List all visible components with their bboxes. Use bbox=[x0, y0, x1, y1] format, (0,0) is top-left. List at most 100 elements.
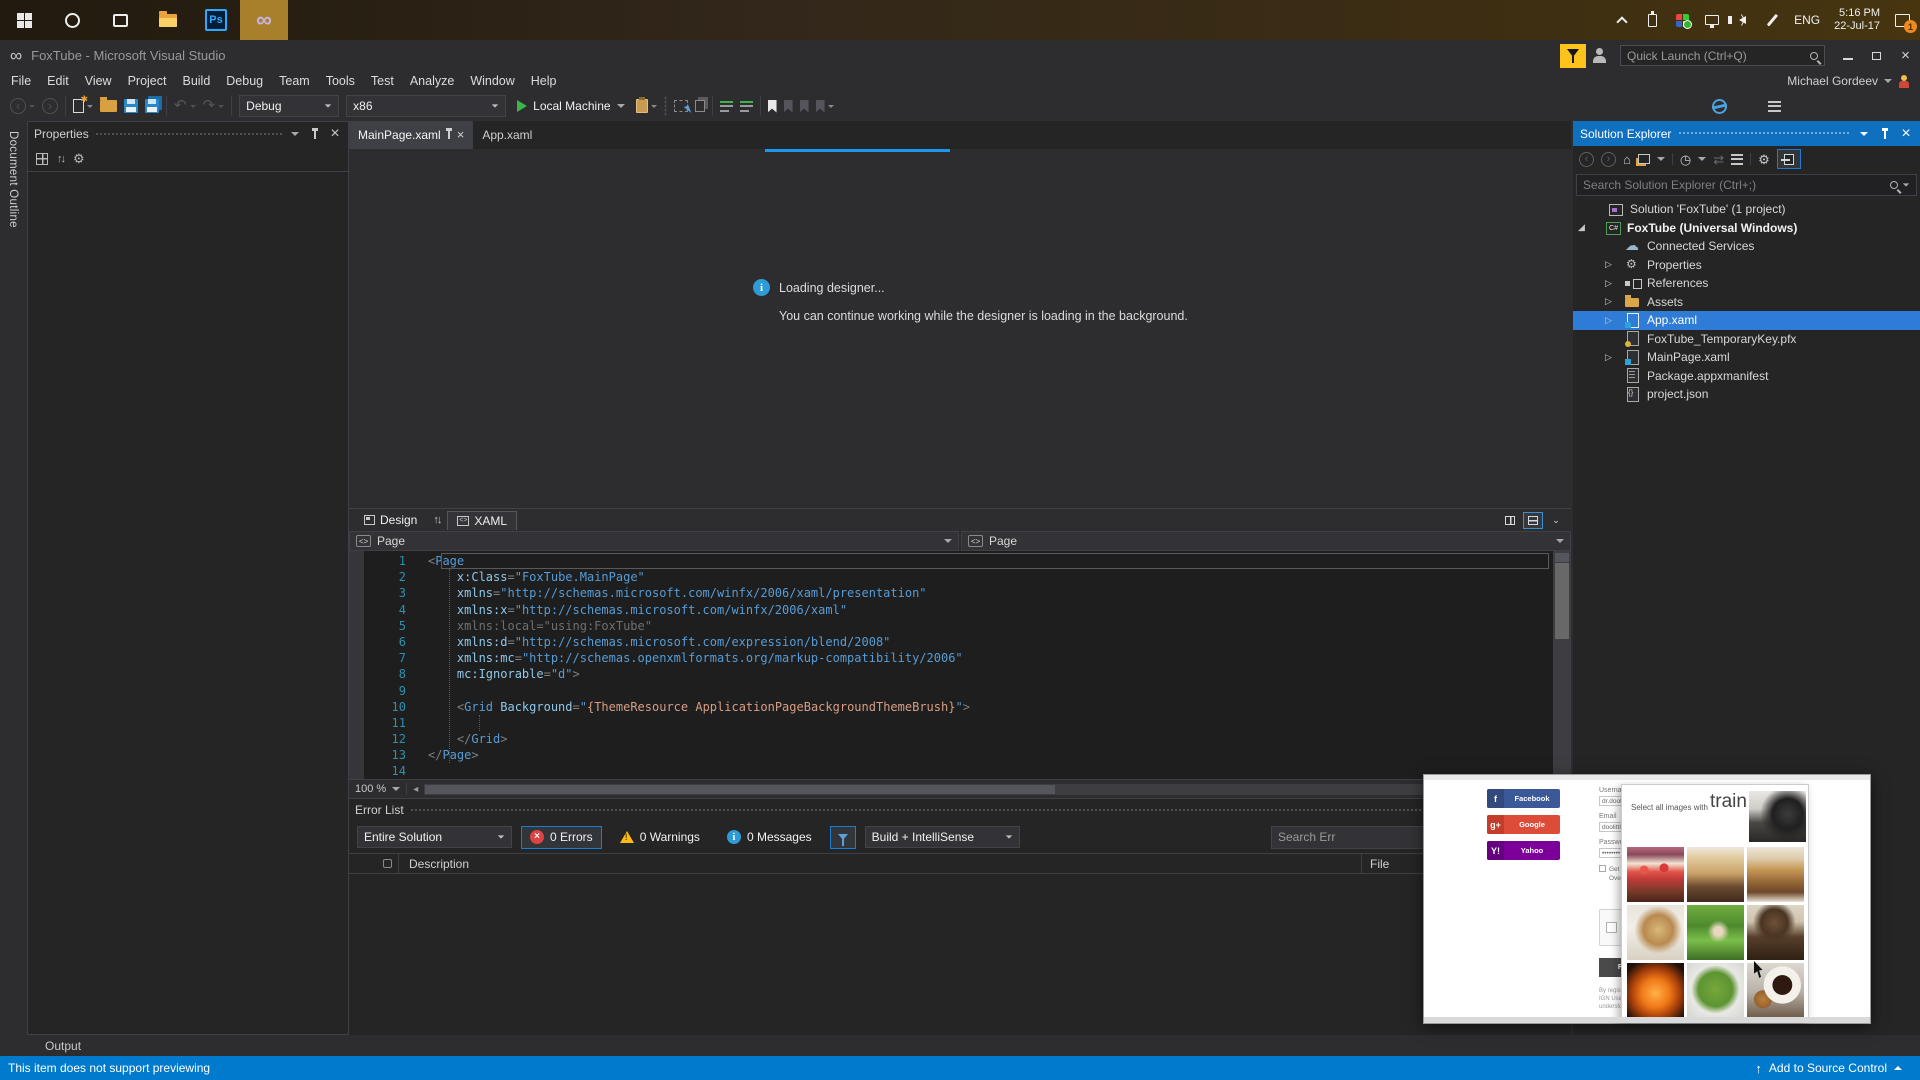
menu-item-file[interactable]: File bbox=[3, 71, 39, 91]
filter-button[interactable] bbox=[829, 825, 856, 849]
menu-item-build[interactable]: Build bbox=[174, 71, 218, 91]
chevron-down-icon[interactable] bbox=[1656, 157, 1665, 161]
chevron-down-icon[interactable] bbox=[392, 787, 401, 791]
code-line[interactable]: 9 bbox=[349, 683, 1553, 699]
pin-button[interactable] bbox=[308, 127, 322, 141]
collapsed-arrow-icon[interactable]: ▷ bbox=[1605, 296, 1625, 307]
pin-icon[interactable] bbox=[445, 128, 452, 139]
code-line[interactable]: 12 </Grid> bbox=[349, 731, 1553, 747]
description-column-header[interactable]: Description bbox=[399, 857, 1361, 871]
captcha-image-salad-wrap[interactable] bbox=[1687, 905, 1744, 960]
volume-tray-button[interactable] bbox=[1727, 12, 1750, 28]
send-feedback-icon[interactable] bbox=[1592, 47, 1610, 64]
tab-xaml[interactable]: <> XAML bbox=[447, 510, 518, 530]
solution-explorer-header[interactable]: Solution Explorer × bbox=[1573, 121, 1920, 146]
tree-item-references[interactable]: ▷ References bbox=[1573, 274, 1920, 293]
social-button-google[interactable]: g+ Google bbox=[1487, 815, 1560, 834]
horizontal-scrollbar[interactable] bbox=[424, 783, 1569, 795]
swap-panes-icon[interactable]: ↑↓ bbox=[433, 514, 442, 526]
language-indicator[interactable]: ENG bbox=[1794, 13, 1820, 27]
network-tray-button[interactable] bbox=[1704, 12, 1720, 28]
horizontal-split-button[interactable] bbox=[1523, 511, 1543, 529]
error-scope-dropdown[interactable]: Entire Solution bbox=[357, 826, 512, 848]
menu-item-project[interactable]: Project bbox=[120, 71, 175, 91]
preview-selected-items-toggle[interactable] bbox=[1776, 149, 1801, 169]
code-line[interactable]: 7 xmlns:mc="http://schemas.openxmlformat… bbox=[349, 650, 1553, 666]
file-column-header[interactable]: File bbox=[1362, 857, 1389, 871]
breadcrumb-right[interactable]: <> Page bbox=[961, 531, 1571, 551]
captcha-image-breakfast-plate[interactable] bbox=[1627, 905, 1684, 960]
collapsed-arrow-icon[interactable]: ▷ bbox=[1605, 352, 1625, 363]
start-button[interactable] bbox=[0, 0, 48, 40]
document-outline-tab[interactable]: Document Outline bbox=[7, 131, 19, 228]
code-line[interactable]: 2 x:Class="FoxTube.MainPage" bbox=[349, 569, 1553, 585]
close-panel-button[interactable]: × bbox=[1899, 125, 1913, 142]
solution-configuration-dropdown[interactable]: Debug bbox=[239, 95, 340, 117]
categorized-view-icon[interactable] bbox=[36, 152, 48, 165]
captcha-image-strawberry-cake[interactable] bbox=[1627, 847, 1684, 902]
switch-views-button[interactable] bbox=[1637, 154, 1650, 164]
security-tray-button[interactable] bbox=[1674, 12, 1692, 29]
code-line[interactable]: 14 bbox=[349, 763, 1553, 779]
save-all-button[interactable] bbox=[145, 95, 159, 117]
quick-launch-input[interactable]: Quick Launch (Ctrl+Q) bbox=[1620, 45, 1825, 66]
forward-button[interactable]: › bbox=[1601, 151, 1616, 167]
code-line[interactable]: 6 xmlns:d="http://schemas.microsoft.com/… bbox=[349, 634, 1553, 650]
code-line[interactable]: 13 </Page> bbox=[349, 747, 1553, 763]
collapse-pane-button[interactable]: ⌄ bbox=[1546, 512, 1566, 529]
property-pages-icon[interactable]: ⚙ bbox=[73, 152, 85, 165]
close-panel-button[interactable]: × bbox=[328, 125, 342, 142]
restore-button[interactable] bbox=[1862, 43, 1891, 69]
enable-selection-button[interactable] bbox=[673, 95, 688, 117]
clear-bookmarks-button[interactable] bbox=[815, 95, 834, 117]
code-line[interactable]: 10 <Grid Background="{ThemeResource Appl… bbox=[349, 699, 1553, 715]
add-new-item-button[interactable] bbox=[73, 94, 93, 117]
xaml-code-editor[interactable]: 1 <Page 2 x:Class="FoxTube.MainPage" 3 xmln… bbox=[349, 551, 1571, 779]
recaptcha-checkbox[interactable] bbox=[1606, 922, 1617, 933]
editor-tab-mainpage-xaml[interactable]: MainPage.xaml × bbox=[349, 121, 474, 149]
menu-item-team[interactable]: Team bbox=[271, 71, 318, 91]
start-debugging-button[interactable]: Local Machine bbox=[513, 95, 628, 117]
find-in-files-button[interactable] bbox=[635, 95, 657, 117]
error-list-header[interactable]: Error List bbox=[349, 799, 1571, 821]
expanded-arrow-icon[interactable]: ◢ bbox=[1578, 222, 1606, 233]
output-tab[interactable]: Output bbox=[45, 1039, 81, 1053]
menu-item-edit[interactable]: Edit bbox=[39, 71, 77, 91]
undo-button[interactable]: ↶ bbox=[174, 95, 196, 117]
back-button[interactable]: ‹ bbox=[1579, 151, 1594, 167]
severity-column-header[interactable] bbox=[349, 859, 398, 868]
scrollbar-thumb[interactable] bbox=[1555, 563, 1569, 639]
tree-item-connected-services[interactable]: Connected Services bbox=[1573, 237, 1920, 256]
menu-item-view[interactable]: View bbox=[77, 71, 120, 91]
error-provider-dropdown[interactable]: Build + IntelliSense bbox=[864, 826, 1020, 848]
breadcrumb-left[interactable]: <> Page bbox=[349, 531, 959, 551]
tree-item-project-json[interactable]: project.json bbox=[1573, 385, 1920, 404]
minimize-button[interactable] bbox=[1833, 43, 1862, 69]
social-button-yahoo[interactable]: Y! Yahoo bbox=[1487, 841, 1560, 860]
photoshop-button[interactable]: Ps bbox=[192, 0, 240, 40]
captcha-image-glowing-bowl[interactable] bbox=[1627, 963, 1684, 1018]
vertical-scrollbar[interactable] bbox=[1553, 551, 1571, 779]
scroll-left-icon[interactable]: ◂ bbox=[413, 784, 418, 795]
tree-item-foxtube-temporarykey-pfx[interactable]: FoxTube_TemporaryKey.pfx bbox=[1573, 330, 1920, 349]
copy-structure-button[interactable] bbox=[694, 95, 705, 117]
properties-header[interactable]: Properties × bbox=[28, 122, 348, 146]
tree-item-assets[interactable]: ▷ Assets bbox=[1573, 293, 1920, 312]
tree-item-solution-foxtube-1-project[interactable]: Solution 'FoxTube' (1 project) bbox=[1573, 200, 1920, 219]
alphabetical-sort-icon[interactable]: ↑↓ bbox=[57, 153, 66, 165]
code-line[interactable]: 1 <Page bbox=[349, 553, 1553, 570]
pending-changes-filter-button[interactable]: ◷ bbox=[1680, 153, 1691, 166]
tree-item-mainpage-xaml[interactable]: ▷ MainPage.xaml bbox=[1573, 348, 1920, 367]
uncomment-button[interactable] bbox=[739, 95, 753, 117]
account-area[interactable]: Michael Gordeev bbox=[1787, 74, 1920, 88]
tray-expand-button[interactable] bbox=[1614, 12, 1630, 28]
navigate-forward-button[interactable]: › bbox=[42, 95, 58, 117]
add-to-source-control-button[interactable]: ↑ Add to Source Control bbox=[1755, 1061, 1912, 1076]
vertical-split-button[interactable] bbox=[1500, 512, 1520, 529]
tab-design[interactable]: Design bbox=[355, 511, 426, 529]
vs-title-bar[interactable]: ∞ FoxTube - Microsoft Visual Studio Quic… bbox=[0, 40, 1920, 71]
menu-item-help[interactable]: Help bbox=[523, 71, 565, 91]
xaml-designer-pane[interactable]: i Loading designer... You can continue w… bbox=[349, 149, 1571, 508]
chevron-down-icon[interactable] bbox=[1698, 157, 1707, 161]
action-center-button[interactable]: 1 bbox=[1894, 12, 1917, 33]
